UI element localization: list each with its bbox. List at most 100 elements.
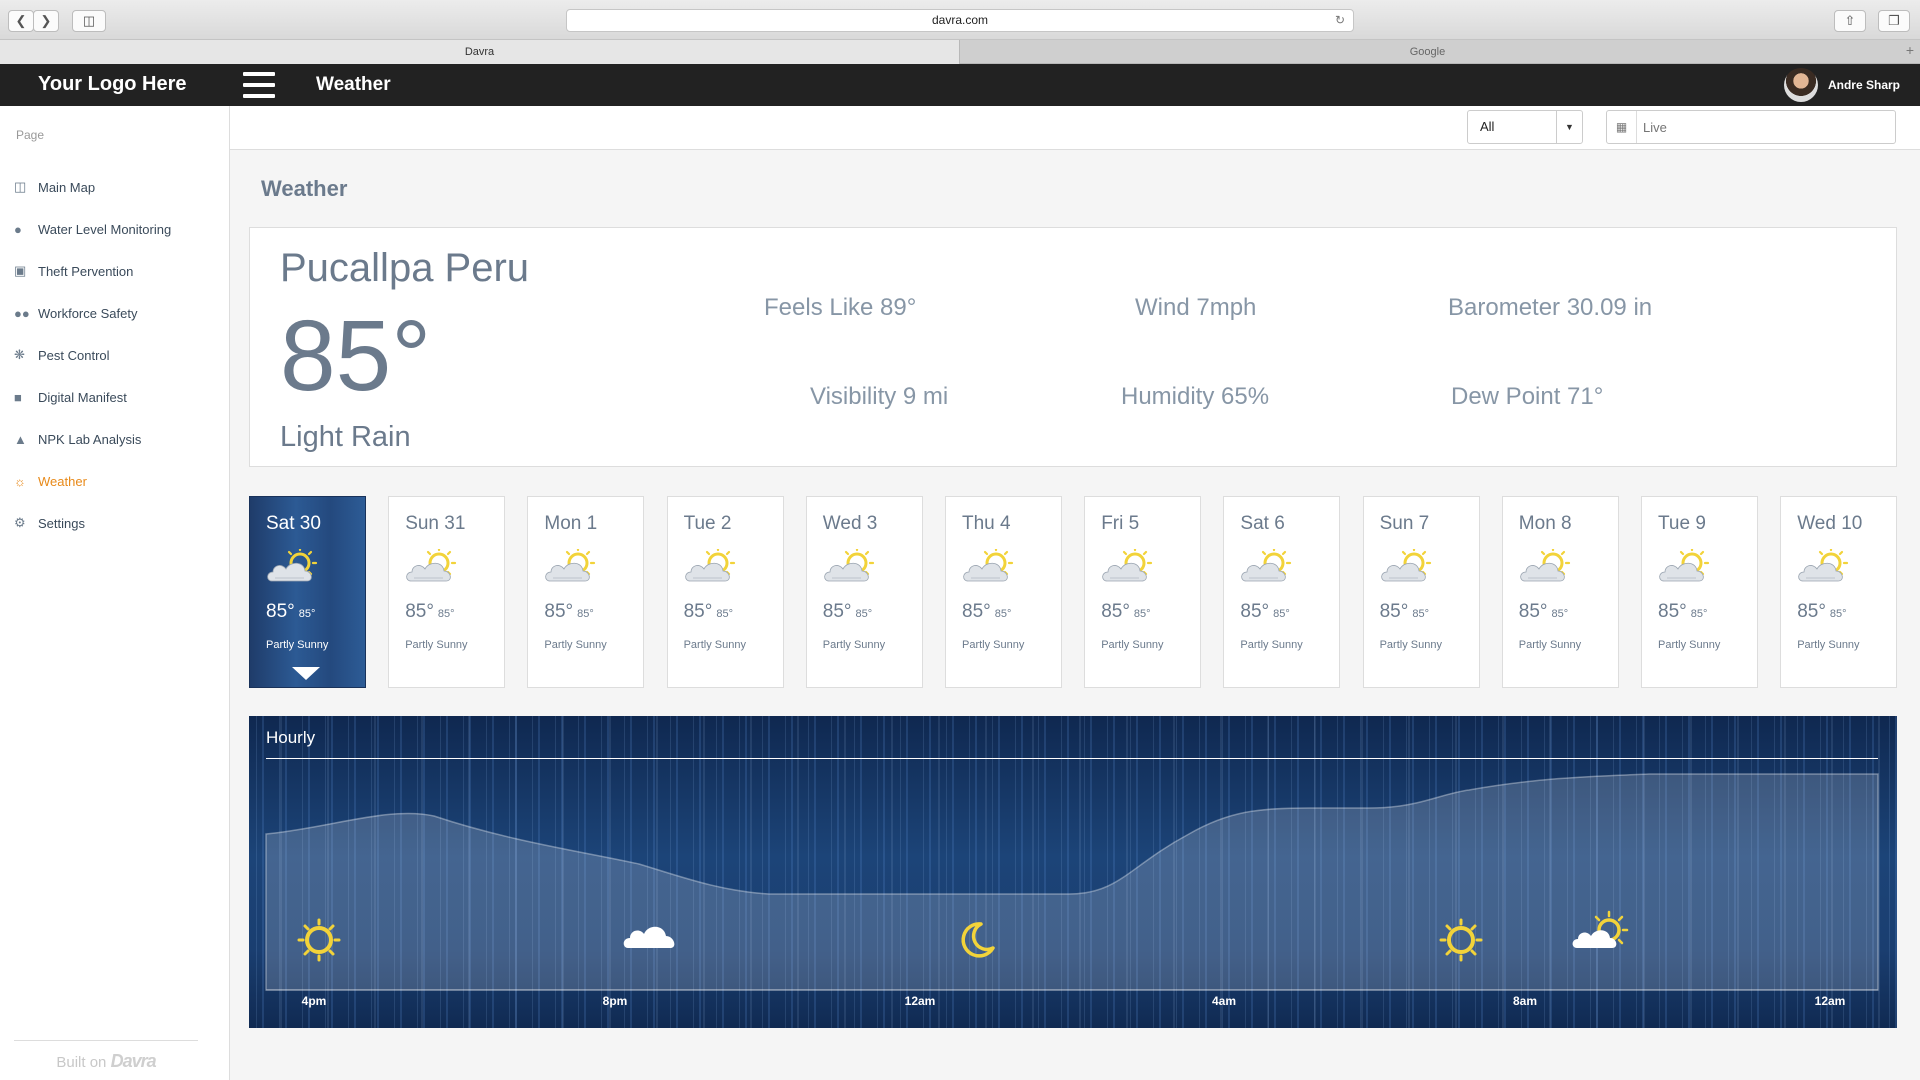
forecast-day-card[interactable]: Thu 4 85° 85° Partly Sunny xyxy=(945,496,1062,688)
hourly-label: 4pm xyxy=(301,994,327,1008)
current-temperature: 85° xyxy=(280,300,432,412)
forecast-day-card[interactable]: Wed 3 85° 85° Partly Sunny xyxy=(805,496,923,688)
forecast-day-card[interactable]: Sat 6 85° 85° Partly Sunny xyxy=(1223,496,1341,688)
browser-tab-davra[interactable]: Davra xyxy=(0,40,960,64)
forward-button[interactable]: ❯ xyxy=(33,10,59,32)
hourly-area xyxy=(265,773,1879,991)
forecast-day-card[interactable]: Mon 8 85° 85° Partly Sunny xyxy=(1501,496,1619,688)
forecast-high: 85° xyxy=(683,601,713,622)
forecast-temps: 85° 85° xyxy=(1240,601,1289,623)
bug-icon: ❋ xyxy=(14,347,25,362)
forecast-desc: Partly Sunny xyxy=(1518,639,1582,651)
forecast-high: 85° xyxy=(1797,601,1826,622)
forecast-low: 85° xyxy=(1829,608,1847,620)
forecast-high: 85° xyxy=(544,601,574,622)
sidebar-item-pest-control[interactable]: ❋ Pest Control xyxy=(14,334,171,376)
forecast-day-card[interactable]: Sun 7 85° 85° Partly Sunny xyxy=(1362,496,1480,688)
tabs-overview-button[interactable]: ❐ xyxy=(1878,10,1910,32)
forecast-desc: Partly Sunny xyxy=(1658,639,1721,651)
sidebar-toggle-button[interactable]: ◫ xyxy=(72,10,106,32)
forecast-desc: Partly Sunny xyxy=(1797,639,1860,651)
user-name[interactable]: Andre Sharp xyxy=(1828,78,1900,92)
forecast-high: 85° xyxy=(962,601,991,622)
forecast-temps: 85° 85° xyxy=(1101,601,1150,623)
caret-down-icon[interactable] xyxy=(292,667,320,680)
tabs-icon: ❐ xyxy=(1888,13,1900,28)
sidebar-item-label: Water Level Monitoring xyxy=(38,221,172,237)
current-conditions-card: Pucallpa Peru 85° Light Rain Feels Like … xyxy=(249,227,1897,467)
forecast-low: 85° xyxy=(437,608,455,620)
forecast-low: 85° xyxy=(577,608,594,620)
city-name: Pucallpa Peru xyxy=(280,246,530,290)
forecast-day-name: Tue 2 xyxy=(683,513,732,534)
back-button[interactable]: ❮ xyxy=(8,10,34,32)
forecast-day-card[interactable]: Fri 5 85° 85° Partly Sunny xyxy=(1084,496,1202,688)
sidebar-item-theft-prevention[interactable]: ▣ Theft Pervention xyxy=(14,250,171,292)
forecast-low: 85° xyxy=(298,608,316,620)
hourly-label: 12am xyxy=(904,994,936,1008)
reload-icon[interactable]: ↻ xyxy=(1335,10,1345,31)
sidebar-item-weather[interactable]: ☼ Weather xyxy=(14,460,171,502)
menu-icon[interactable] xyxy=(243,72,275,98)
forecast-desc: Partly Sunny xyxy=(1101,639,1164,651)
sidebar-item-main-map[interactable]: ◫ Main Map xyxy=(14,166,171,208)
forecast-day-card[interactable]: Sun 31 85° 85° Partly Sunny xyxy=(388,496,506,688)
forecast-temps: 85° 85° xyxy=(684,601,733,623)
sidebar-item-digital-manifest[interactable]: ■ Digital Manifest xyxy=(14,376,171,418)
browser-tab-google[interactable]: Google xyxy=(960,40,1895,64)
sidebar-item-npk-lab[interactable]: ▲ NPK Lab Analysis xyxy=(14,418,171,460)
forecast-day-card[interactable]: Tue 9 85° 85° Partly Sunny xyxy=(1641,496,1758,688)
forecast-temps: 85° 85° xyxy=(962,601,1011,623)
forecast-day-card[interactable]: Mon 1 85° 85° Partly Sunny xyxy=(527,496,645,688)
forecast-day-name: Mon 8 xyxy=(1518,513,1572,534)
sun-icon: ☼ xyxy=(14,473,26,489)
dew-point: Dew Point 71° xyxy=(1451,383,1604,410)
date-range-input[interactable] xyxy=(1643,112,1883,142)
forecast-temps: 85° 85° xyxy=(1519,601,1568,623)
date-range-field[interactable]: ▦ xyxy=(1606,110,1896,144)
forecast-desc: Partly Sunny xyxy=(822,639,886,651)
filter-select[interactable]: All ▼ xyxy=(1467,110,1583,144)
forecast-high: 85° xyxy=(1101,601,1130,622)
logo[interactable]: Your Logo Here xyxy=(38,73,187,96)
built-on-footer: Built on Davra xyxy=(14,1040,198,1072)
hourly-label: 8am xyxy=(1512,994,1538,1008)
forecast-day-name: Wed 10 xyxy=(1797,513,1863,534)
user-menu[interactable]: Andre Sharp xyxy=(1783,68,1900,102)
users-icon: ●● xyxy=(14,305,30,321)
address-bar[interactable]: davra.com ↻ xyxy=(566,9,1354,32)
partly-sunny-icon xyxy=(1380,545,1434,585)
chevron-left-icon: ❮ xyxy=(15,13,27,28)
calendar-icon[interactable]: ▦ xyxy=(1607,111,1637,143)
filter-bar: All ▼ ▦ xyxy=(230,106,1920,150)
map-icon: ◫ xyxy=(14,179,27,194)
forecast-day-card[interactable]: Tue 2 85° 85° Partly Sunny xyxy=(666,496,784,688)
new-tab-icon[interactable]: + xyxy=(1906,42,1914,58)
forecast-desc: Partly Sunny xyxy=(683,639,746,651)
sidebar-heading: Page xyxy=(16,128,45,142)
forecast-day-card[interactable]: Sat 30 85° 85° Partly Sunny xyxy=(249,496,366,688)
app-header: Your Logo Here Weather Andre Sharp xyxy=(0,64,1920,106)
feels-like: Feels Like 89° xyxy=(764,294,917,321)
davra-logo: Davra xyxy=(110,1051,157,1071)
partly-sunny-icon xyxy=(1658,545,1712,585)
hourly-panel: Hourly 4pm 8pm 12am 4am 8am 12am xyxy=(249,716,1897,1028)
caret-down-icon[interactable]: ▼ xyxy=(1556,111,1582,143)
sidebar-item-water-level[interactable]: ● Water Level Monitoring xyxy=(14,208,171,250)
forecast-day-card[interactable]: Wed 10 85° 85° Partly Sunny xyxy=(1780,496,1898,688)
forecast-temps: 85° 85° xyxy=(1797,601,1846,623)
partly-sunny-icon xyxy=(405,545,459,585)
humidity: Humidity 65% xyxy=(1121,383,1270,410)
avatar[interactable] xyxy=(1783,68,1818,102)
hourly-graph xyxy=(265,773,1879,991)
sidebar-item-settings[interactable]: ⚙ Settings xyxy=(14,502,171,544)
hourly-label: 4am xyxy=(1211,994,1237,1008)
share-button[interactable]: ⇧ xyxy=(1834,10,1866,32)
sidebar-item-workforce-safety[interactable]: ●● Workforce Safety xyxy=(14,292,171,334)
sidebar: Page ◫ Main Map ● Water Level Monitoring ▣… xyxy=(0,106,230,1080)
sidebar-item-label: Weather xyxy=(38,473,87,489)
truck-icon: ■ xyxy=(14,389,22,405)
flask-icon: ▲ xyxy=(14,431,27,447)
built-on-text: Built on xyxy=(56,1054,107,1071)
forecast-temps: 85° 85° xyxy=(1380,601,1429,623)
